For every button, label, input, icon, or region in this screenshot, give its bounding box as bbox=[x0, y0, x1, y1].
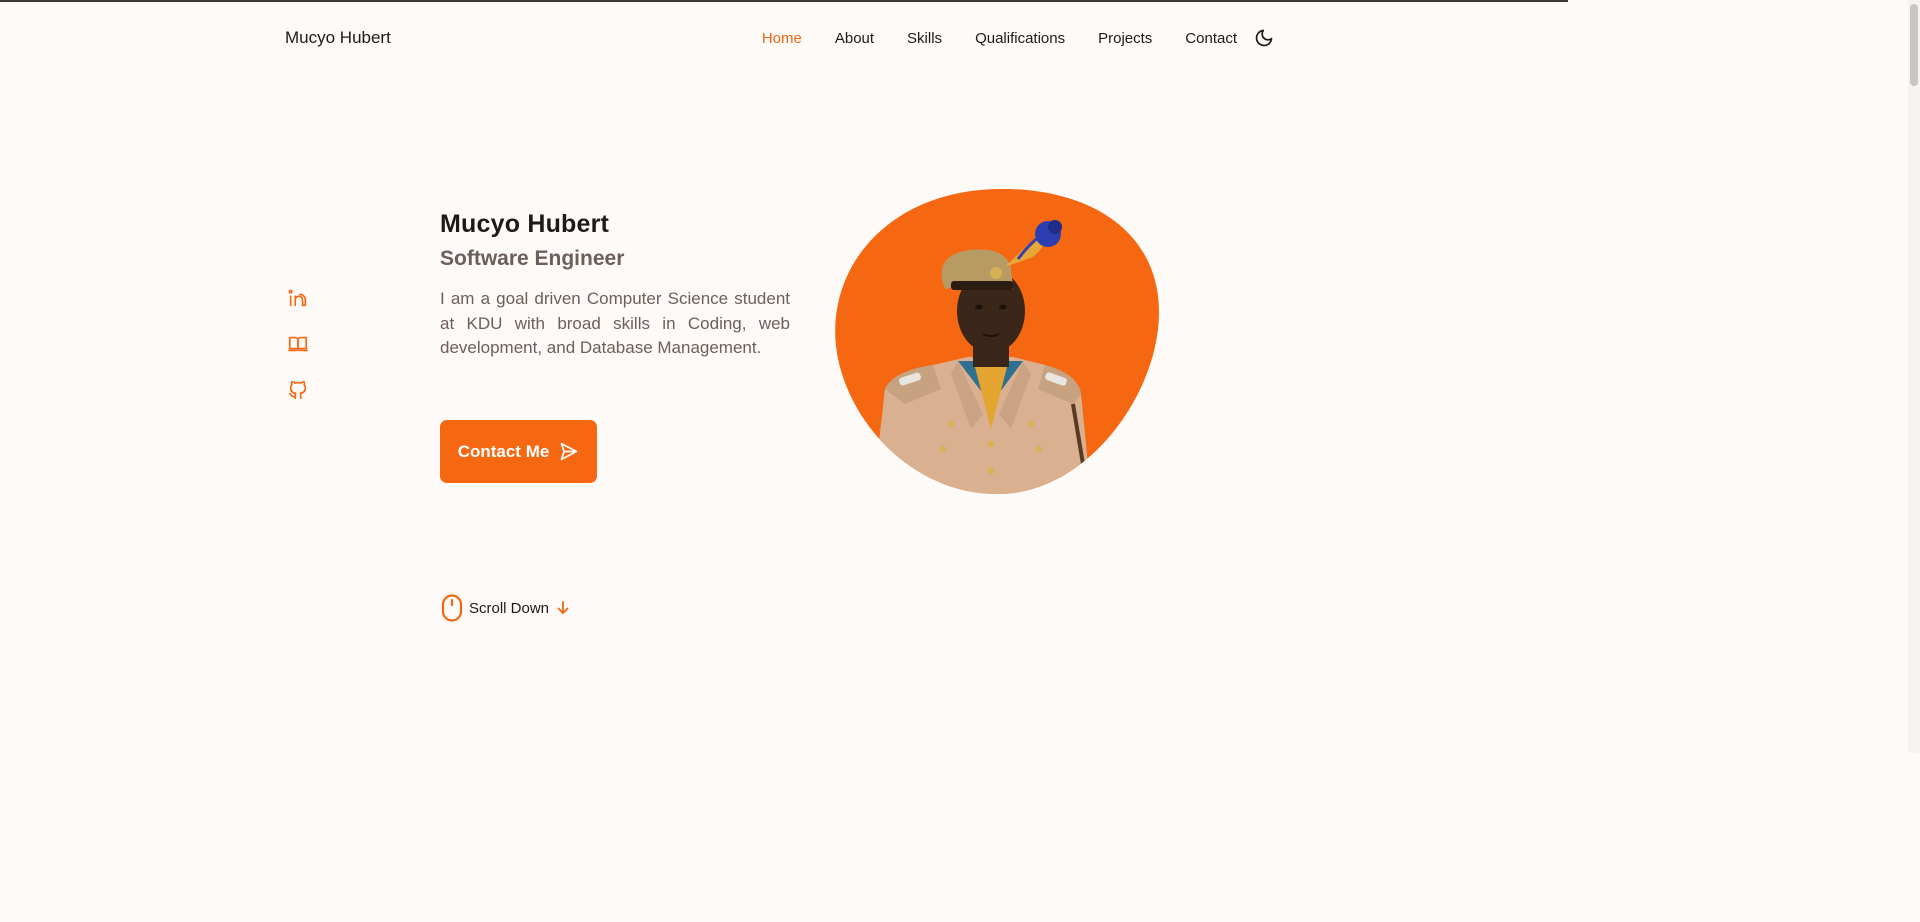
send-icon bbox=[560, 442, 578, 461]
hero-section: Mucyo Hubert Software Engineer I am a go… bbox=[440, 210, 790, 361]
mouse-icon bbox=[441, 594, 463, 622]
github-icon bbox=[288, 380, 307, 400]
site-header: Mucyo Hubert Home About Skills Qualifica… bbox=[285, 20, 1275, 56]
linkedin-link[interactable] bbox=[287, 287, 311, 311]
nav-qualifications[interactable]: Qualifications bbox=[975, 30, 1065, 47]
hero-subtitle: Software Engineer bbox=[440, 247, 625, 270]
nav-home[interactable]: Home bbox=[762, 30, 802, 47]
social-links bbox=[287, 287, 313, 425]
blog-link[interactable] bbox=[287, 333, 311, 357]
contact-me-button[interactable]: Contact Me bbox=[440, 420, 597, 483]
logo-link[interactable]: Mucyo Hubert bbox=[285, 28, 391, 48]
main-nav: Home About Skills Qualifications Project… bbox=[762, 20, 1275, 56]
github-link[interactable] bbox=[287, 379, 311, 403]
moon-icon bbox=[1255, 29, 1273, 47]
nav-contact[interactable]: Contact bbox=[1185, 30, 1237, 47]
arrow-down-icon bbox=[557, 601, 569, 614]
window-top-border bbox=[0, 0, 1568, 2]
nav-projects[interactable]: Projects bbox=[1098, 30, 1152, 47]
theme-toggle-button[interactable] bbox=[1253, 27, 1275, 49]
nav-skills[interactable]: Skills bbox=[907, 30, 942, 47]
hero-description: I am a goal driven Computer Science stud… bbox=[440, 289, 790, 357]
hero-title: Mucyo Hubert bbox=[440, 210, 610, 238]
scrollbar[interactable] bbox=[1908, 0, 1920, 753]
scroll-down-label: Scroll Down bbox=[469, 599, 550, 617]
book-icon bbox=[288, 336, 308, 352]
scrollbar-thumb[interactable] bbox=[1910, 4, 1918, 86]
contact-me-label: Contact Me bbox=[457, 441, 550, 461]
nav-about[interactable]: About bbox=[835, 30, 874, 47]
scroll-down-link[interactable]: Scroll Down bbox=[441, 594, 569, 622]
hero-portrait bbox=[833, 189, 1160, 494]
portrait-blob bbox=[835, 189, 1160, 494]
linkedin-icon bbox=[288, 289, 307, 307]
